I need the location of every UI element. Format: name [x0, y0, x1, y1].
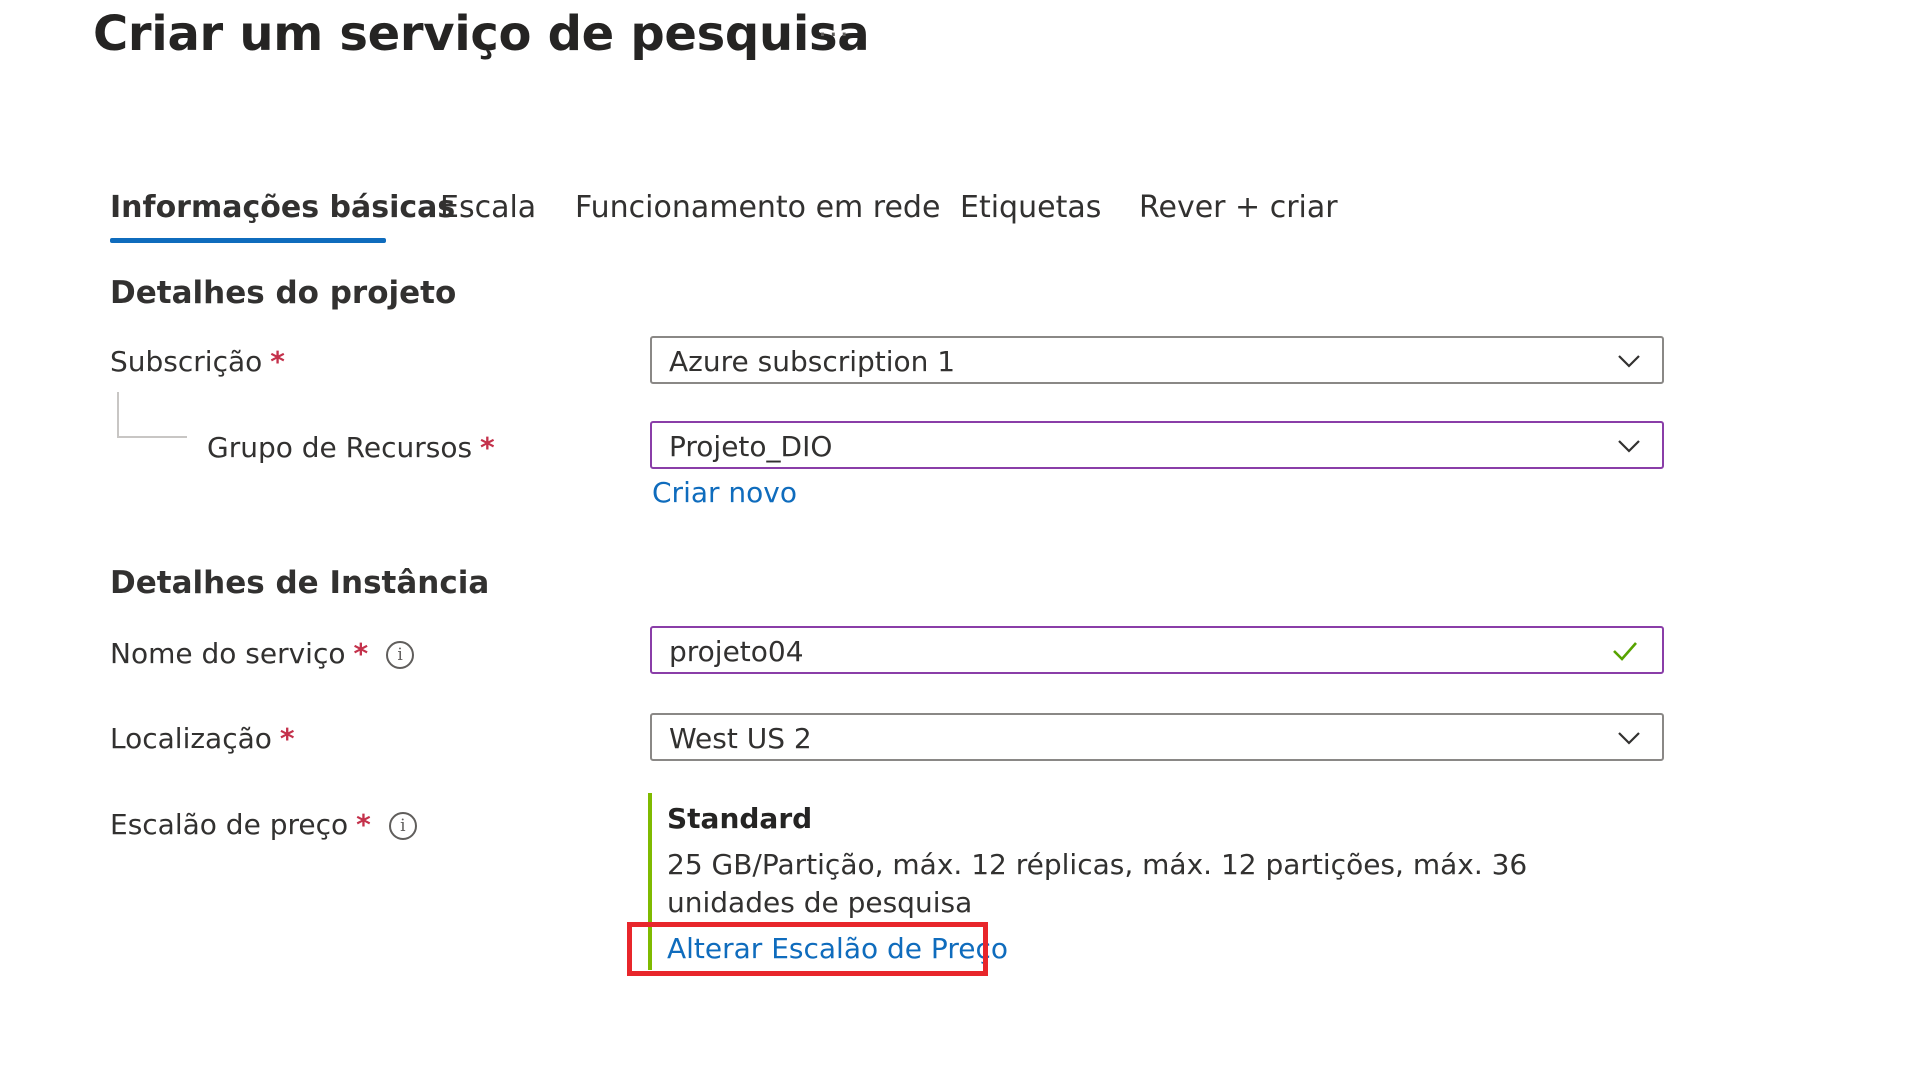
- required-marker: *: [279, 722, 295, 755]
- location-dropdown[interactable]: West US 2: [650, 713, 1664, 761]
- instance-details-heading: Detalhes de Instância: [110, 565, 490, 601]
- subscription-label: Subscrição *: [110, 345, 285, 378]
- required-marker: *: [353, 637, 369, 670]
- service-name-input[interactable]: projeto04: [650, 626, 1664, 674]
- tab-informacoes-basicas[interactable]: Informações básicas: [110, 190, 455, 225]
- tab-rever-criar[interactable]: Rever + criar: [1139, 190, 1338, 225]
- resource-group-value: Projeto_DIO: [669, 430, 833, 463]
- resource-group-label: Grupo de Recursos *: [207, 431, 495, 464]
- service-name-value: projeto04: [669, 635, 804, 668]
- valid-check-icon: [1613, 642, 1637, 661]
- subscription-dropdown[interactable]: Azure subscription 1: [650, 336, 1664, 384]
- subscription-label-text: Subscrição: [110, 345, 263, 378]
- pricing-tier-name: Standard: [667, 802, 813, 835]
- info-icon[interactable]: i: [386, 641, 415, 669]
- project-details-heading: Detalhes do projeto: [110, 275, 457, 311]
- location-value: West US 2: [669, 722, 812, 755]
- tree-connector-horizontal: [117, 436, 187, 438]
- pricing-tier-description: 25 GB/Partição, máx. 12 réplicas, máx. 1…: [667, 848, 1528, 919]
- required-marker: *: [270, 345, 285, 378]
- subscription-value: Azure subscription 1: [669, 345, 956, 378]
- chevron-down-icon: [1618, 440, 1640, 453]
- page-title: Criar um serviço de pesquisa: [93, 6, 870, 62]
- tab-etiquetas[interactable]: Etiquetas: [960, 190, 1101, 225]
- pricing-tier-label: Escalão de preço * i: [110, 808, 417, 841]
- tab-funcionamento-em-rede[interactable]: Funcionamento em rede: [575, 190, 940, 225]
- tab-escala[interactable]: Escala: [440, 190, 536, 225]
- chevron-down-icon: [1618, 732, 1640, 745]
- info-icon[interactable]: i: [388, 812, 417, 840]
- location-label: Localização *: [110, 722, 295, 755]
- active-tab-indicator: [110, 238, 386, 243]
- location-label-text: Localização: [110, 722, 272, 755]
- create-new-resource-group-link[interactable]: Criar novo: [652, 476, 797, 509]
- highlight-box: [627, 922, 988, 976]
- service-name-label-text: Nome do serviço: [110, 637, 346, 670]
- required-marker: *: [356, 808, 371, 841]
- chevron-down-icon: [1618, 355, 1640, 368]
- pricing-tier-label-text: Escalão de preço: [110, 808, 349, 841]
- resource-group-label-text: Grupo de Recursos: [207, 431, 473, 464]
- more-options-button[interactable]: ···: [818, 18, 851, 51]
- service-name-label: Nome do serviço * i: [110, 637, 415, 670]
- tree-connector-vertical: [117, 392, 119, 438]
- required-marker: *: [480, 431, 495, 464]
- resource-group-dropdown[interactable]: Projeto_DIO: [650, 421, 1664, 469]
